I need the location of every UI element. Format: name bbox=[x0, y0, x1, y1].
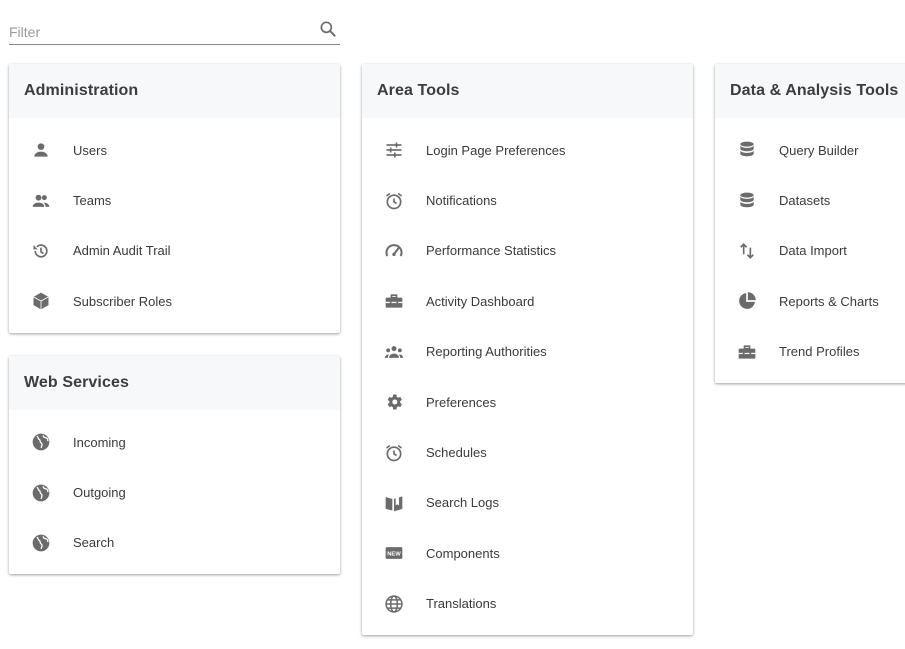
menu-item-teams[interactable]: Teams bbox=[9, 175, 340, 225]
globe-outline-icon bbox=[383, 593, 405, 615]
menu-item-preferences[interactable]: Preferences bbox=[362, 377, 693, 427]
menu-item-label: Search bbox=[73, 535, 115, 551]
menu-item-notifications[interactable]: Notifications bbox=[362, 175, 693, 225]
people-icon bbox=[30, 190, 52, 212]
menu-item-schedules[interactable]: Schedules bbox=[362, 427, 693, 477]
filter-input[interactable] bbox=[9, 22, 309, 42]
menu-item-label: Notifications bbox=[426, 193, 497, 209]
menu-item-label: Login Page Preferences bbox=[426, 142, 566, 158]
swap-vertical-icon bbox=[736, 240, 758, 262]
database-icon bbox=[736, 190, 758, 212]
cube-icon bbox=[30, 290, 52, 312]
data-analysis-tools-card: Data & Analysis Tools Query Builder Datas… bbox=[715, 64, 905, 383]
menu-item-label: Trend Profiles bbox=[779, 344, 860, 360]
menu-item-label: Datasets bbox=[779, 193, 831, 209]
menu-item-label: Translations bbox=[426, 596, 497, 612]
menu-item-label: Components bbox=[426, 545, 500, 561]
menu-item-label: Schedules bbox=[426, 445, 487, 461]
alarm-icon bbox=[383, 190, 405, 212]
toolbox-icon bbox=[736, 341, 758, 363]
menu-item-translations[interactable]: Translations bbox=[362, 579, 693, 629]
person-icon bbox=[30, 139, 52, 161]
menu-item-users[interactable]: Users bbox=[9, 125, 340, 175]
item-list: Login Page Preferences Notifications Perfo… bbox=[362, 118, 693, 629]
administration-card: Administration Users Teams Admin Audit Tra… bbox=[9, 64, 340, 333]
menu-item-login-page-preferences[interactable]: Login Page Preferences bbox=[362, 125, 693, 175]
database-icon bbox=[736, 139, 758, 161]
filter-field[interactable] bbox=[9, 16, 340, 45]
menu-item-components[interactable]: NEW Components bbox=[362, 528, 693, 578]
menu-item-label: Reporting Authorities bbox=[426, 344, 547, 360]
menu-item-label: Subscriber Roles bbox=[73, 293, 172, 309]
menu-item-reporting-authorities[interactable]: Reporting Authorities bbox=[362, 327, 693, 377]
menu-item-label: Users bbox=[73, 142, 107, 158]
menu-item-label: Teams bbox=[73, 193, 112, 209]
group-icon bbox=[383, 341, 405, 363]
menu-item-admin-audit-trail[interactable]: Admin Audit Trail bbox=[9, 226, 340, 276]
web-services-card: Web Services Incoming Outgoing Search bbox=[9, 356, 340, 574]
search-icon[interactable] bbox=[318, 19, 338, 39]
svg-text:NEW: NEW bbox=[387, 552, 401, 558]
menu-item-datasets[interactable]: Datasets bbox=[715, 175, 905, 225]
menu-item-activity-dashboard[interactable]: Activity Dashboard bbox=[362, 276, 693, 326]
menu-item-label: Data Import bbox=[779, 243, 847, 259]
menu-item-search-logs[interactable]: Search Logs bbox=[362, 478, 693, 528]
menu-item-query-builder[interactable]: Query Builder bbox=[715, 125, 905, 175]
menu-item-incoming[interactable]: Incoming bbox=[9, 417, 340, 467]
menu-item-data-import[interactable]: Data Import bbox=[715, 226, 905, 276]
history-icon bbox=[30, 240, 52, 262]
menu-item-trend-profiles[interactable]: Trend Profiles bbox=[715, 327, 905, 377]
menu-item-reports-charts[interactable]: Reports & Charts bbox=[715, 276, 905, 326]
item-list: Query Builder Datasets Data Import Reports … bbox=[715, 118, 905, 377]
item-list: Users Teams Admin Audit Trail Subscriber Ro… bbox=[9, 118, 340, 327]
menu-item-label: Query Builder bbox=[779, 142, 859, 158]
menu-item-label: Reports & Charts bbox=[779, 293, 879, 309]
menu-item-label: Admin Audit Trail bbox=[73, 243, 171, 259]
menu-item-label: Incoming bbox=[73, 434, 126, 450]
menu-item-performance-statistics[interactable]: Performance Statistics bbox=[362, 226, 693, 276]
menu-item-label: Preferences bbox=[426, 394, 497, 410]
menu-item-label: Outgoing bbox=[73, 485, 126, 501]
sliders-icon bbox=[383, 139, 405, 161]
area-tools-card: Area Tools Login Page Preferences Notific… bbox=[362, 64, 693, 635]
new-badge-icon: NEW bbox=[383, 542, 405, 564]
card-title: Administration bbox=[9, 64, 340, 118]
globe-icon bbox=[30, 482, 52, 504]
menu-item-outgoing[interactable]: Outgoing bbox=[9, 467, 340, 517]
menu-item-label: Performance Statistics bbox=[426, 243, 557, 259]
menu-item-label: Search Logs bbox=[426, 495, 499, 511]
card-title: Web Services bbox=[9, 356, 340, 410]
gauge-icon bbox=[383, 240, 405, 262]
globe-icon bbox=[30, 532, 52, 554]
alarm-icon bbox=[383, 442, 405, 464]
menu-item-subscriber-roles[interactable]: Subscriber Roles bbox=[9, 276, 340, 326]
card-title: Area Tools bbox=[362, 64, 693, 118]
book-open-icon bbox=[383, 492, 405, 514]
card-title: Data & Analysis Tools bbox=[715, 64, 905, 118]
globe-icon bbox=[30, 431, 52, 453]
item-list: Incoming Outgoing Search bbox=[9, 410, 340, 568]
menu-item-search[interactable]: Search bbox=[9, 518, 340, 568]
toolbox-icon bbox=[383, 290, 405, 312]
gear-icon bbox=[383, 391, 405, 413]
pie-chart-icon bbox=[736, 290, 758, 312]
menu-item-label: Activity Dashboard bbox=[426, 293, 535, 309]
